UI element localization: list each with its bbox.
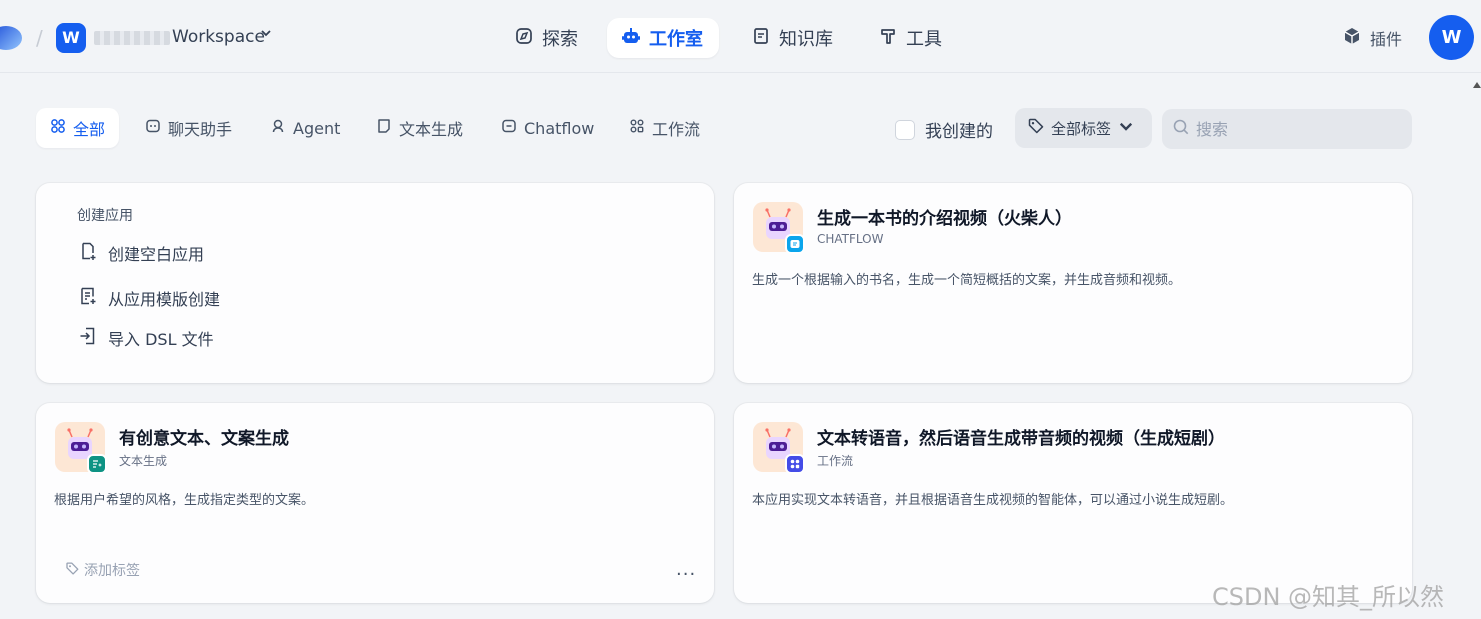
app-title: 生成一本书的介绍视频（火柴人）: [817, 209, 1072, 229]
compass-icon: [514, 26, 534, 51]
app-title: 有创意文本、文案生成: [119, 429, 289, 449]
nav-studio[interactable]: 工作室: [607, 18, 719, 58]
nav-knowledge-label: 知识库: [779, 29, 833, 50]
filter-chat-assistant-label: 聊天助手: [168, 120, 233, 139]
hammer-icon: [878, 26, 898, 51]
created-by-me-label: 我创建的: [925, 122, 993, 142]
book-icon: [751, 26, 771, 51]
filter-workflow-label: 工作流: [652, 120, 701, 139]
nav-tools[interactable]: 工具: [864, 18, 956, 58]
workspace-badge[interactable]: W: [56, 23, 86, 53]
filter-text-generation[interactable]: 文本生成: [362, 108, 477, 148]
add-tag-label: 添加标签: [84, 563, 140, 579]
tag-filter-select[interactable]: 全部标签: [1015, 108, 1152, 148]
workspace-name-redacted: [94, 31, 170, 45]
top-header: / W Workspace 探索 工作室 知识库 工具 插件 W: [0, 0, 1481, 73]
text-sparkle-icon: [87, 454, 107, 474]
created-by-me-toggle[interactable]: 我创建的: [895, 117, 993, 142]
nav-explore-label: 探索: [542, 29, 578, 50]
filter-all[interactable]: 全部: [36, 108, 120, 148]
create-blank-app-label: 创建空白应用: [108, 245, 205, 264]
workflow-icon: [785, 454, 805, 474]
add-tag-button[interactable]: 添加标签: [65, 560, 140, 580]
scrollbar-up-arrow[interactable]: [1473, 82, 1481, 88]
filter-chat-assistant[interactable]: 聊天助手: [131, 108, 246, 148]
tag-filter-label: 全部标签: [1051, 119, 1112, 138]
watermark: CSDN @知其_所以然: [1212, 583, 1445, 611]
app-type: 文本生成: [119, 454, 168, 468]
app-card[interactable]: 文本转语音，然后语音生成带音频的视频（生成短剧） 工作流 本应用实现文本转语音，…: [734, 403, 1412, 603]
workflow-icon: [629, 118, 645, 138]
app-description: 根据用户希望的风格，生成指定类型的文案。: [54, 493, 315, 508]
search-box[interactable]: [1162, 109, 1412, 149]
agent-icon: [270, 118, 286, 138]
app-description: 生成一个根据输入的书名，生成一个简短概括的文案，并生成音频和视频。: [752, 273, 1182, 288]
import-dsl-option[interactable]: 导入 DSL 文件: [78, 326, 214, 350]
chatflow-icon: [501, 118, 517, 138]
document-icon: [376, 118, 392, 138]
filter-workflow[interactable]: 工作流: [615, 108, 714, 148]
filter-agent[interactable]: Agent: [256, 108, 354, 148]
filter-chatflow-label: Chatflow: [524, 118, 595, 138]
app-title: 文本转语音，然后语音生成带音频的视频（生成短剧）: [817, 429, 1225, 449]
tag-icon: [1027, 117, 1045, 139]
create-from-template-label: 从应用模版创建: [108, 290, 221, 309]
nav-explore[interactable]: 探索: [500, 18, 592, 58]
nav-tools-label: 工具: [906, 29, 942, 50]
chat-bubble-icon: [785, 234, 805, 254]
template-icon: [78, 286, 98, 310]
cube-icon: [1342, 26, 1362, 50]
grid-icon: [50, 118, 66, 138]
create-app-card: 创建应用 创建空白应用 从应用模版创建 导入 DSL 文件: [36, 183, 714, 383]
plugin-button[interactable]: 插件: [1342, 26, 1402, 50]
breadcrumb-separator: /: [36, 26, 43, 50]
filter-text-generation-label: 文本生成: [399, 120, 464, 139]
app-type: CHATFLOW: [817, 232, 884, 246]
create-from-template-option[interactable]: 从应用模版创建: [78, 286, 220, 310]
created-by-me-checkbox[interactable]: [895, 119, 915, 140]
filter-all-label: 全部: [73, 120, 106, 139]
create-app-title: 创建应用: [77, 208, 133, 224]
workspace-name[interactable]: Workspace: [172, 27, 265, 47]
nav-knowledge[interactable]: 知识库: [737, 18, 847, 58]
app-card[interactable]: 有创意文本、文案生成 文本生成 根据用户希望的风格，生成指定类型的文案。 添加标…: [36, 403, 714, 603]
user-avatar[interactable]: W: [1429, 15, 1474, 60]
file-plus-icon: [78, 241, 98, 265]
filter-chatflow[interactable]: Chatflow: [487, 108, 608, 148]
robot-icon: [621, 26, 641, 51]
filter-agent-label: Agent: [293, 118, 341, 138]
tag-icon: [65, 561, 80, 580]
app-logo[interactable]: [0, 26, 22, 50]
app-type: 工作流: [817, 454, 854, 468]
more-options-button[interactable]: ...: [676, 559, 696, 580]
create-blank-app-option[interactable]: 创建空白应用: [78, 241, 204, 265]
chevron-down-icon[interactable]: [260, 27, 272, 43]
chat-bot-icon: [145, 118, 161, 138]
import-dsl-label: 导入 DSL 文件: [108, 330, 214, 349]
nav-studio-label: 工作室: [649, 29, 703, 50]
import-icon: [78, 326, 98, 350]
plugin-label: 插件: [1370, 30, 1403, 49]
app-card[interactable]: 生成一本书的介绍视频（火柴人） CHATFLOW 生成一个根据输入的书名，生成一…: [734, 183, 1412, 383]
search-input[interactable]: [1196, 119, 1396, 139]
search-icon: [1172, 118, 1190, 140]
chevron-down-icon: [1117, 117, 1135, 139]
app-description: 本应用实现文本转语音，并且根据语音生成视频的智能体，可以通过小说生成短剧。: [752, 493, 1234, 508]
